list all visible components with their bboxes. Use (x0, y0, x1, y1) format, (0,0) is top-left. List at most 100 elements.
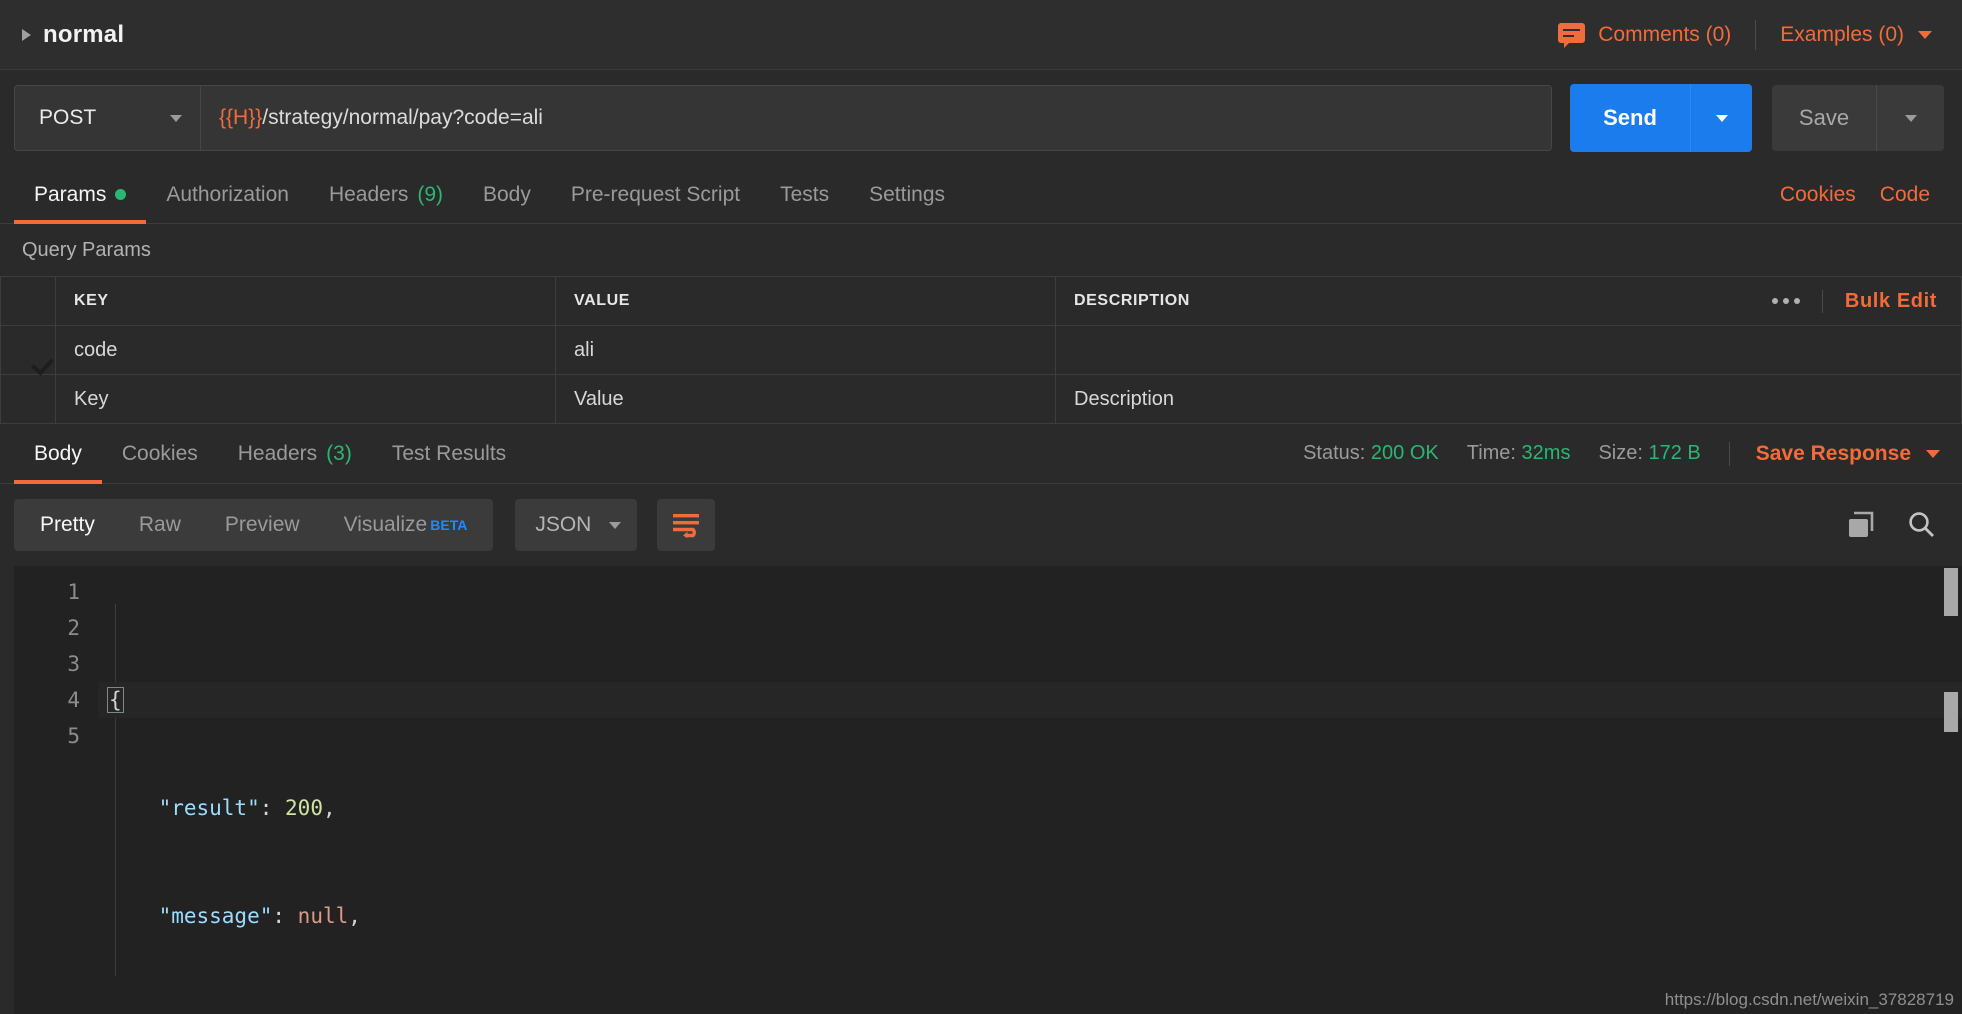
line-number: 1 (67, 580, 80, 604)
tab-label: Pre-request Script (570, 182, 741, 206)
triangle-right-icon[interactable] (22, 29, 31, 41)
json-comma: , (348, 904, 361, 928)
status-value: 200 OK (1370, 442, 1439, 464)
comments-button[interactable]: Comments (0) (1558, 22, 1755, 48)
tab-count: (3) (326, 441, 352, 465)
chevron-down-icon (609, 521, 622, 529)
line-number-gutter: 1 2 3 4 5 (14, 566, 98, 1014)
postman-request-window: normal Comments (0) Examples (0) POST {{… (0, 0, 1962, 1014)
new-param-value-input[interactable]: Value (555, 374, 1056, 424)
code-line: "result": 200, (98, 790, 1962, 826)
search-button[interactable] (1906, 510, 1936, 540)
save-button-group: Save (1772, 85, 1944, 151)
new-param-key-input[interactable]: Key (55, 374, 556, 424)
url-bar: POST {{H}}/strategy/normal/pay?code=ali … (0, 70, 1962, 166)
tab-pre-request-script[interactable]: Pre-request Script (551, 166, 760, 223)
tab-label: Body (483, 182, 531, 206)
row-checkbox-cell (0, 374, 56, 424)
tab-label: Settings (869, 182, 946, 206)
body-view-pretty[interactable]: Pretty (18, 499, 117, 551)
body-view-preview[interactable]: Preview (203, 499, 322, 551)
table-header-row: KEY VALUE DESCRIPTION Bulk Edit (0, 276, 1962, 326)
title-bar-actions: Comments (0) Examples (0) (1558, 19, 1938, 50)
response-meta: Status: 200 OK Time: 32ms Size: 172 B Sa… (1303, 424, 1940, 483)
tab-headers[interactable]: Headers (9) (309, 166, 463, 223)
body-toolbar-actions (1846, 510, 1936, 540)
table-row: code ali (0, 325, 1962, 375)
scrollbar-thumb-secondary[interactable] (1944, 692, 1958, 732)
line-number: 3 (67, 652, 80, 676)
request-title-bar: normal Comments (0) Examples (0) (0, 0, 1962, 70)
param-key-input[interactable]: code (55, 325, 556, 375)
json-code[interactable]: { "result": 200, "message": null, "body"… (98, 566, 1962, 1014)
tab-settings[interactable]: Settings (849, 166, 965, 223)
bulk-edit-button[interactable]: Bulk Edit (1821, 289, 1961, 313)
beta-badge: BETA (430, 517, 468, 533)
chevron-down-icon (1715, 114, 1728, 122)
column-header-description-label: DESCRIPTION (1074, 292, 1190, 309)
param-value-input[interactable]: ali (555, 325, 1056, 375)
query-params-table: KEY VALUE DESCRIPTION Bulk Edit code ali (0, 276, 1962, 424)
method-value: POST (39, 106, 97, 129)
save-response-label: Save Response (1755, 441, 1911, 465)
time-value: 32ms (1521, 442, 1571, 464)
query-params-heading: Query Params (0, 224, 1962, 276)
cookies-link[interactable]: Cookies (1780, 183, 1856, 207)
save-options-button[interactable] (1876, 85, 1944, 151)
body-view-visualize[interactable]: Visualize BETA (322, 499, 490, 551)
status-label: Status: (1303, 442, 1366, 464)
tab-label: Body (34, 441, 82, 465)
chevron-down-icon (170, 114, 182, 122)
line-number: 4 (67, 688, 80, 712)
tab-params[interactable]: Params (14, 166, 147, 224)
request-tabs: Params Authorization Headers (9) Body Pr… (0, 166, 1962, 224)
url-variable: {{H}} (219, 106, 263, 129)
body-view-visualize-label: Visualize (343, 513, 428, 536)
body-format-select[interactable]: JSON (515, 499, 638, 551)
json-key: "message" (158, 904, 273, 928)
response-tab-body[interactable]: Body (14, 424, 102, 484)
code-line: { (98, 682, 1962, 718)
send-button[interactable]: Send (1570, 84, 1690, 152)
response-tabs: Body Cookies Headers (3) Test Results St… (0, 424, 1962, 484)
tab-label: Cookies (121, 441, 198, 465)
chevron-down-icon (1926, 449, 1940, 458)
examples-button[interactable]: Examples (0) (1756, 23, 1938, 47)
time-meta: Time: 32ms (1467, 442, 1599, 465)
ellipsis-icon[interactable] (1750, 298, 1822, 304)
param-description-input[interactable] (1055, 325, 1962, 375)
line-number: 2 (67, 616, 80, 640)
save-button[interactable]: Save (1772, 85, 1876, 151)
chevron-down-icon (1918, 30, 1932, 39)
save-response-button[interactable]: Save Response (1728, 441, 1940, 466)
word-wrap-button[interactable] (657, 499, 716, 551)
response-body-viewer[interactable]: 1 2 3 4 5 { "result": 200, "message": nu… (14, 566, 1962, 1014)
response-tab-test-results[interactable]: Test Results (372, 424, 526, 483)
request-tabs-actions: Cookies Code (1780, 166, 1940, 223)
response-tab-headers[interactable]: Headers (3) (218, 424, 372, 483)
vertical-scrollbar[interactable] (1944, 566, 1958, 1014)
copy-button[interactable] (1846, 511, 1876, 539)
json-comma: , (322, 796, 336, 820)
tab-authorization[interactable]: Authorization (146, 166, 309, 223)
body-view-switch: Pretty Raw Preview Visualize BETA (14, 499, 494, 551)
response-tab-cookies[interactable]: Cookies (102, 424, 218, 483)
size-label: Size: (1598, 442, 1643, 464)
scrollbar-thumb[interactable] (1944, 568, 1958, 616)
method-select[interactable]: POST (14, 85, 200, 151)
page-title: normal (43, 20, 125, 48)
code-link[interactable]: Code (1880, 183, 1930, 207)
send-options-button[interactable] (1690, 84, 1752, 152)
json-colon: : (272, 904, 298, 928)
tab-tests[interactable]: Tests (760, 166, 849, 223)
row-checkbox-cell (0, 325, 56, 375)
url-input[interactable]: {{H}}/strategy/normal/pay?code=ali (200, 85, 1552, 151)
request-title-group: normal (22, 21, 124, 49)
watermark: https://blog.csdn.net/weixin_37828719 (1664, 990, 1954, 1009)
new-param-description-input[interactable]: Description (1055, 374, 1962, 424)
tab-label: Headers (328, 182, 409, 206)
tab-body[interactable]: Body (463, 166, 551, 223)
tab-label: Tests (780, 182, 830, 206)
body-view-raw[interactable]: Raw (117, 499, 203, 551)
column-header-key: KEY (55, 276, 556, 326)
